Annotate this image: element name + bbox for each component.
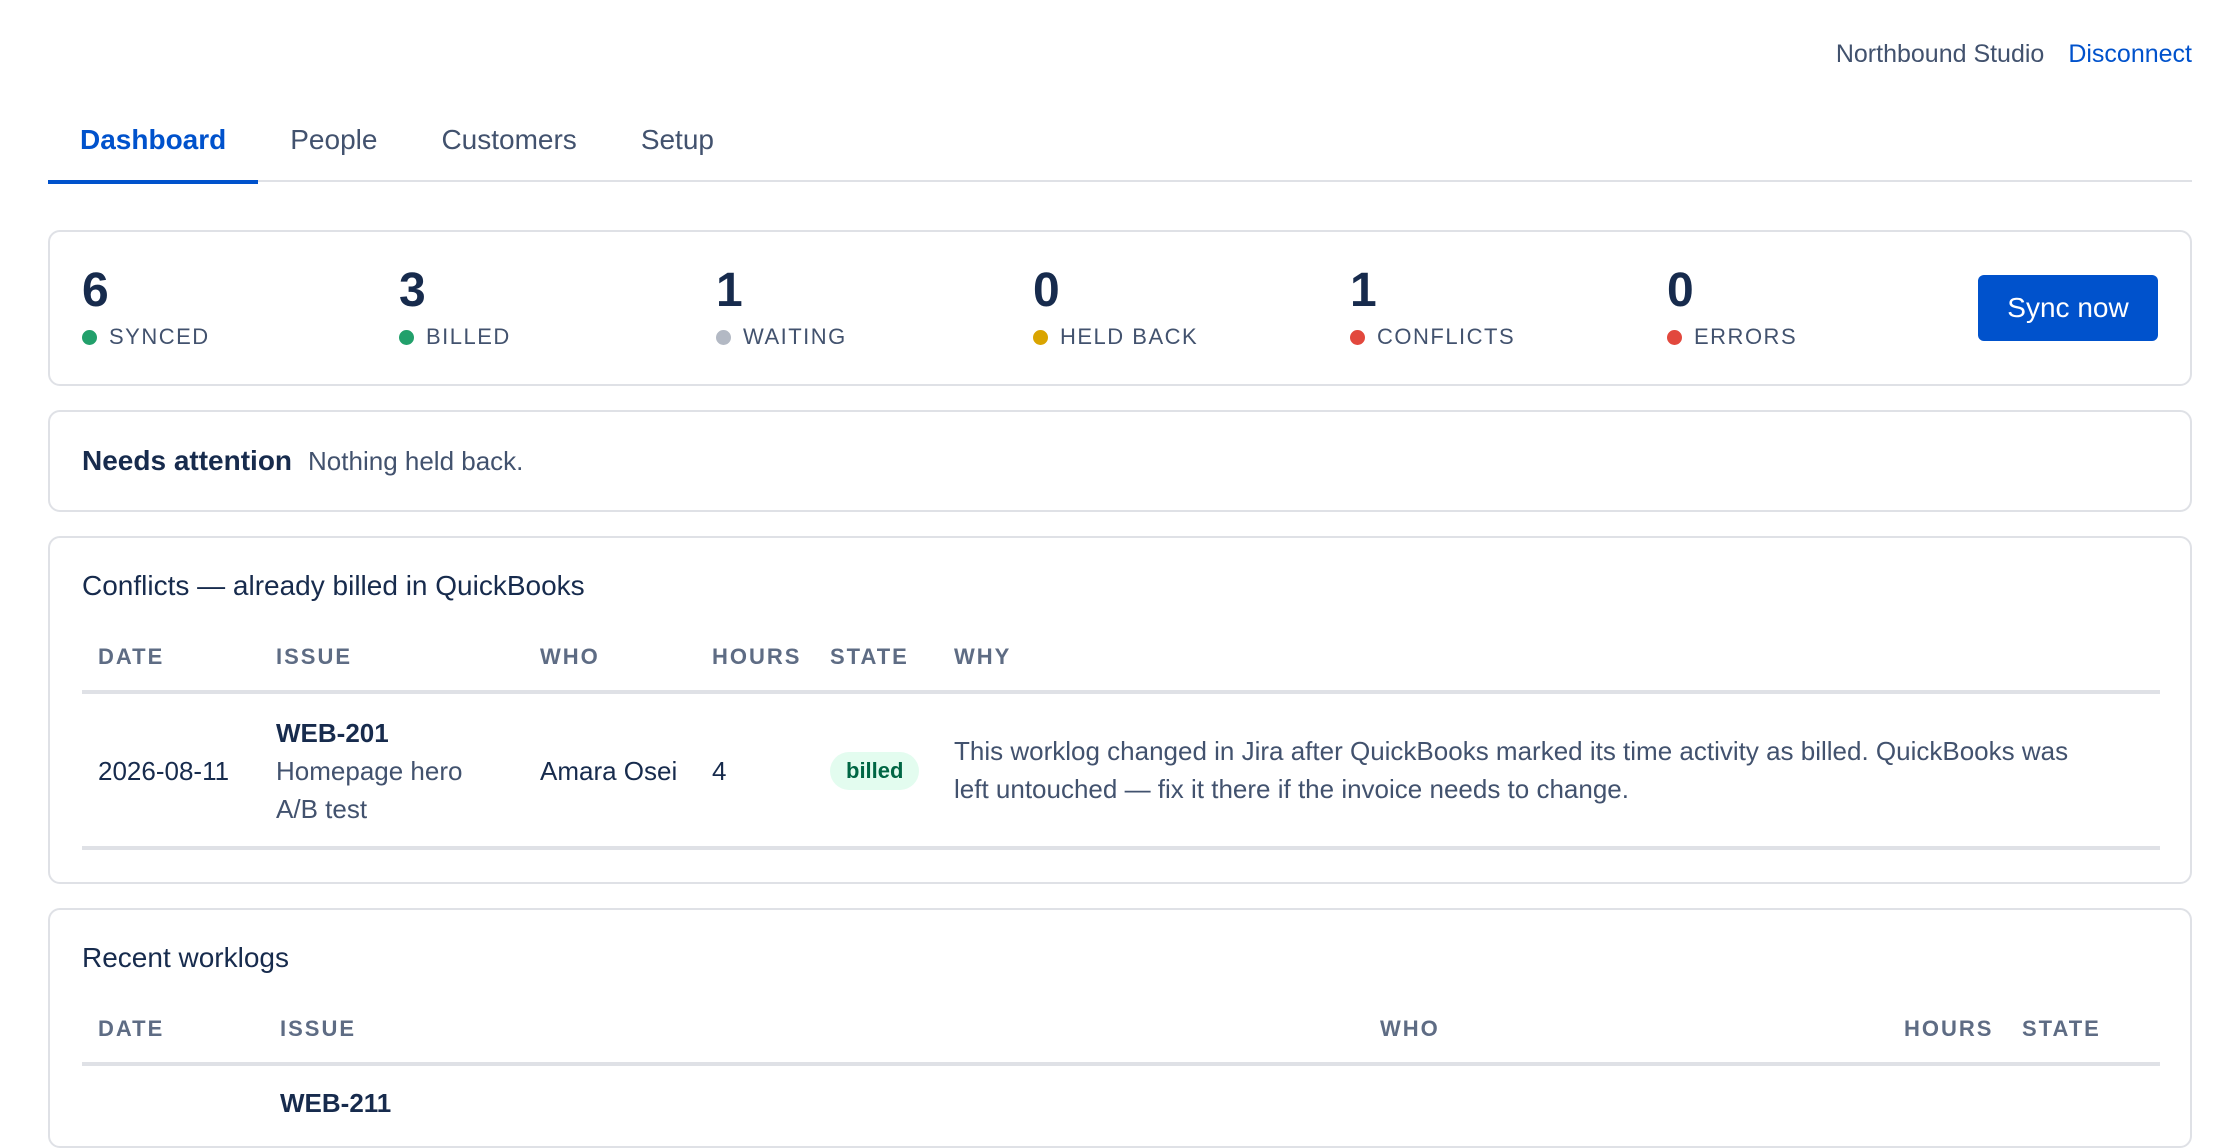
disconnect-link[interactable]: Disconnect <box>2068 40 2192 69</box>
conflicts-title: Conflicts — already billed in QuickBooks <box>82 570 585 601</box>
cell-issue: WEB-201 Homepage hero A/B test <box>276 714 462 828</box>
column-header-hours: HOURS <box>1904 1016 1994 1041</box>
stat-errors: 0 ERRORS <box>1667 264 1797 350</box>
recent-title: Recent worklogs <box>82 942 289 973</box>
stat-waiting: 1 WAITING <box>716 264 847 350</box>
attention-text: Nothing held back. <box>308 445 524 476</box>
tab-bar: Dashboard People Customers Setup <box>48 106 2192 184</box>
tab-customers[interactable]: Customers <box>409 106 608 182</box>
stat-label: CONFLICTS <box>1377 324 1516 349</box>
status-badge: billed <box>830 752 920 790</box>
stat-value: 1 <box>1350 264 1377 317</box>
cell-who: Amara Osei <box>540 756 678 786</box>
status-dot-icon <box>399 329 414 345</box>
status-dot-icon <box>716 329 731 345</box>
tab-setup[interactable]: Setup <box>609 106 746 182</box>
cell-date: 2026-08-11 <box>98 756 230 786</box>
attention-title: Needs attention <box>82 445 293 476</box>
why-text: left untouched — fix it there if the inv… <box>954 774 1629 804</box>
column-header-issue: ISSUE <box>280 1016 357 1041</box>
issue-key[interactable]: WEB-211 <box>280 1084 391 1122</box>
stat-label: ERRORS <box>1694 324 1798 349</box>
stat-value: 1 <box>716 264 743 317</box>
status-dot-icon <box>1033 329 1048 345</box>
column-header-why: WHY <box>954 644 1012 669</box>
stat-held-back: 0 HELD BACK <box>1033 264 1198 350</box>
column-header-state: STATE <box>830 644 909 669</box>
stat-value: 3 <box>399 264 426 317</box>
tab-dashboard[interactable]: Dashboard <box>48 106 259 184</box>
top-bar: Northbound Studio Disconnect <box>1836 40 2192 69</box>
tab-people[interactable]: People <box>258 106 409 182</box>
cell-hours: 4 <box>712 756 727 786</box>
status-dot-icon <box>82 329 97 345</box>
why-text: This worklog changed in Jira after Quick… <box>954 736 2069 766</box>
stat-conflicts: 1 CONFLICTS <box>1350 264 1515 350</box>
column-header-who: WHO <box>1380 1016 1440 1041</box>
sync-now-button[interactable]: Sync now <box>1978 275 2158 341</box>
stat-synced: 6 SYNCED <box>82 264 210 350</box>
column-header-who: WHO <box>540 644 600 669</box>
stat-value: 0 <box>1667 264 1694 317</box>
stat-label: HELD BACK <box>1060 324 1199 349</box>
stat-label: SYNCED <box>109 324 210 349</box>
recent-worklogs-card: Recent worklogs DATE ISSUE WHO HOURS STA… <box>48 908 2192 1148</box>
column-header-state: STATE <box>2022 1016 2101 1041</box>
workspace-name: Northbound Studio <box>1835 40 2045 68</box>
column-header-date: DATE <box>98 1016 165 1041</box>
stat-value: 0 <box>1033 264 1060 317</box>
column-header-issue: ISSUE <box>276 644 353 669</box>
row-divider <box>82 846 2160 850</box>
column-header-date: DATE <box>98 644 165 669</box>
stat-billed: 3 BILLED <box>399 264 511 350</box>
needs-attention-card: Needs attention Nothing held back. <box>48 410 2192 512</box>
status-dot-icon <box>1350 329 1365 345</box>
page: Northbound Studio Disconnect Dashboard P… <box>48 0 2192 1148</box>
conflicts-card: Conflicts — already billed in QuickBooks… <box>48 536 2192 884</box>
issue-summary: A/B test <box>276 794 368 824</box>
column-header-hours: HOURS <box>712 644 802 669</box>
stats-card: 6 SYNCED 3 BILLED 1 WAITING 0 HELD BACK … <box>48 230 2192 386</box>
table-header-divider <box>82 690 2160 694</box>
stat-label: WAITING <box>743 324 847 349</box>
table-header-divider <box>82 1062 2160 1066</box>
stat-value: 6 <box>82 264 109 317</box>
status-dot-icon <box>1667 329 1682 345</box>
cell-why: This worklog changed in Jira after Quick… <box>954 732 2068 808</box>
stat-label: BILLED <box>426 324 511 349</box>
issue-key[interactable]: WEB-201 <box>276 714 462 752</box>
issue-summary: Homepage hero <box>276 756 463 786</box>
